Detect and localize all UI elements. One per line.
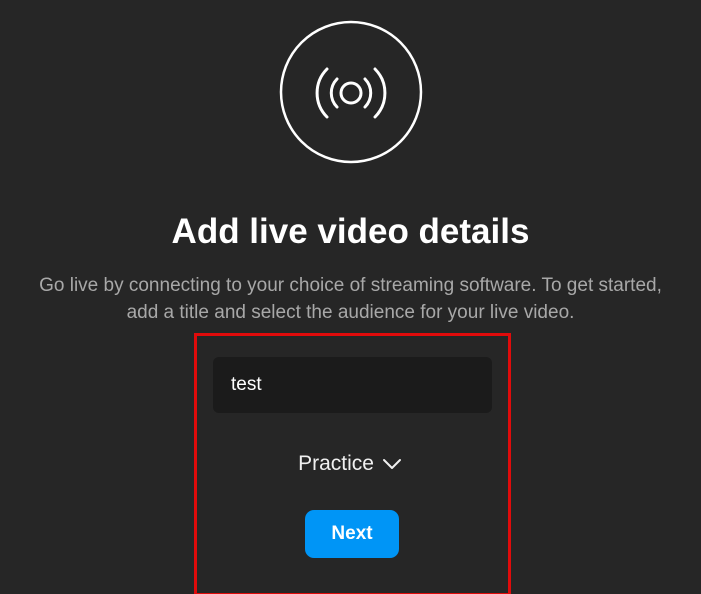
description-line-2: add a title and select the audience for … — [126, 302, 575, 323]
chevron-down-icon — [382, 459, 401, 469]
next-button[interactable]: Next — [305, 510, 399, 558]
audience-dropdown[interactable]: Practice — [280, 444, 420, 484]
live-broadcast-icon — [279, 20, 423, 164]
live-title-input[interactable] — [213, 357, 492, 413]
page-description: Go live by connecting to your choice of … — [0, 272, 701, 326]
description-line-1: Go live by connecting to your choice of … — [39, 275, 662, 296]
live-setup-page: Add live video details Go live by connec… — [0, 0, 701, 594]
audience-selected-label: Practice — [298, 452, 374, 475]
page-title: Add live video details — [171, 212, 530, 251]
